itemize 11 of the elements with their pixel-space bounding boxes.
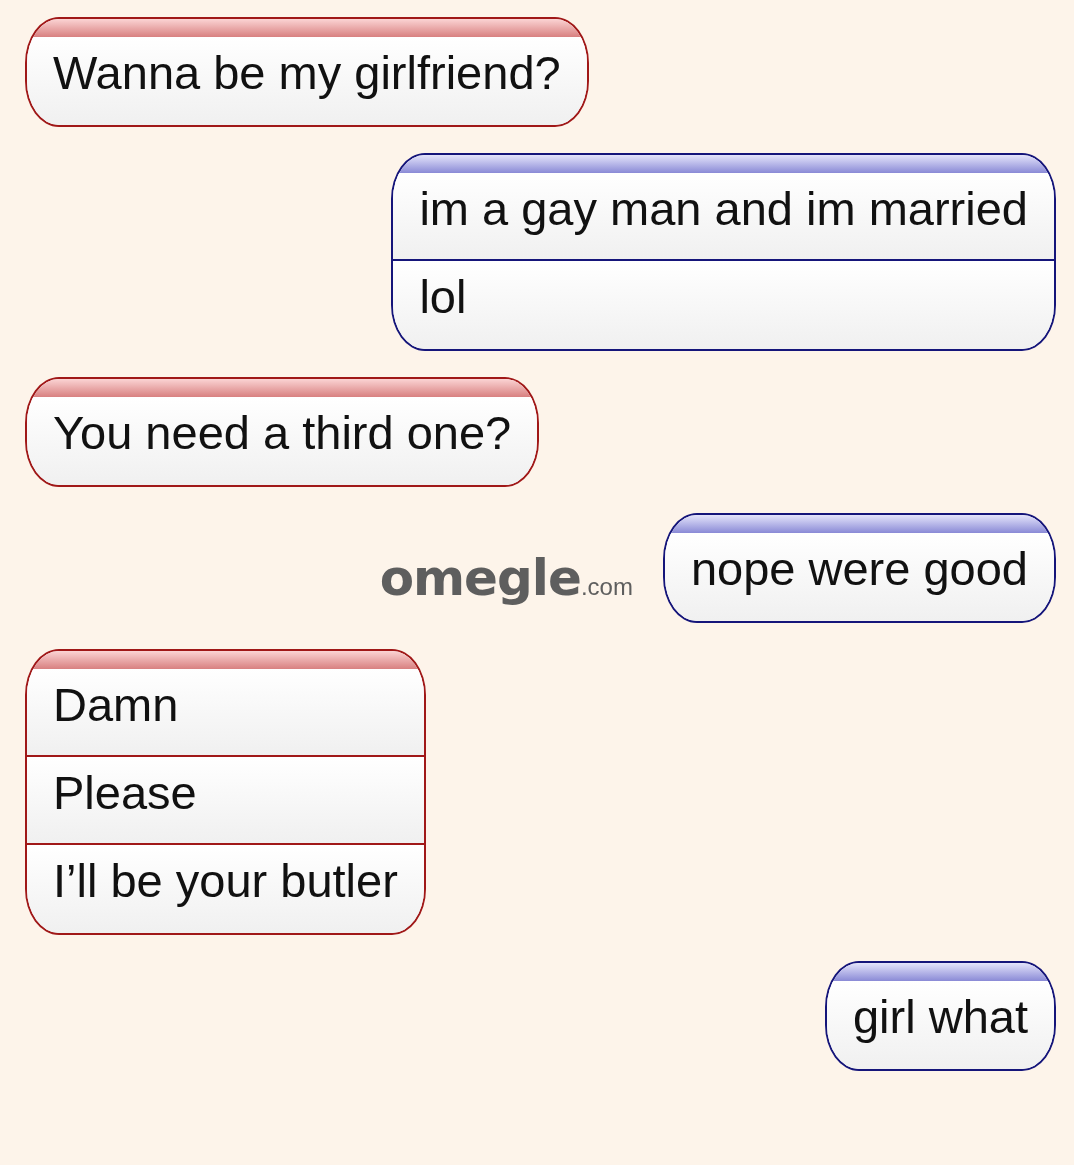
message-text: I’ll be your butler: [27, 843, 424, 933]
message-text: Please: [27, 755, 424, 843]
message-text: girl what: [827, 981, 1054, 1069]
message-text: nope were good: [664, 533, 1054, 621]
message-text: lol: [393, 259, 1054, 349]
message-text: im a gay man and im married: [393, 173, 1054, 259]
message-text: Damn: [27, 669, 424, 755]
message-text: Wanna be my girlfriend?: [27, 37, 587, 125]
message-text: You need a third one?: [27, 397, 538, 485]
logo-text: omegle: [379, 549, 581, 607]
logo-suffix: .com: [580, 573, 633, 601]
